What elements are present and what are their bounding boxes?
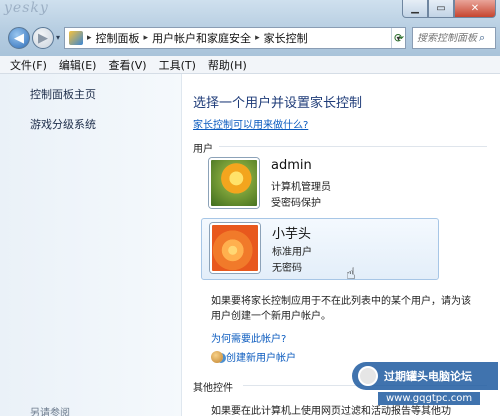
sidebar-link-game-ratings[interactable]: 游戏分级系统 [30,116,96,132]
user-password-status: 无密码 [272,263,302,274]
chevron-right-icon[interactable]: ▸ [144,33,149,43]
arrow-left-icon[interactable]: ◀ [8,27,30,49]
arrow-right-icon[interactable]: ▶ [32,27,54,49]
menu-view[interactable]: 查看(V) [108,57,146,73]
minimize-icon[interactable]: ▁ [402,0,428,18]
users-section-label: 用户 [193,144,213,155]
address-bar[interactable]: ▸ 控制面板 ▸ 用户帐户和家庭安全 ▸ 家长控制 ▾ [64,27,406,49]
breadcrumb-control-panel[interactable]: 控制面板 [96,30,140,46]
page-title: 选择一个用户并设置家长控制 [193,96,363,111]
window-controls: ▁ ▭ ✕ [402,0,496,18]
hand-cursor-icon: ☝ [346,264,356,283]
user-card-admin[interactable]: admin 计算机管理员 受密码保护 [201,154,439,216]
search-input[interactable] [417,32,479,44]
search-icon[interactable]: ⌕ [479,31,485,45]
sidebar-link-cp-home[interactable]: 控制面板主页 [30,86,96,102]
other-controls-label: 其他控件 [193,383,233,394]
user-password-status: 受密码保护 [271,198,321,209]
menu-bar: 文件(F) 编辑(E) 查看(V) 工具(T) 帮助(H) [0,56,500,74]
section-divider [219,146,487,147]
title-bar: yesky ▁ ▭ ✕ ◀ ▶ ▾ ▸ 控制面板 ▸ 用户帐户和家庭安全 ▸ 家… [0,0,500,56]
breadcrumb-parental-controls[interactable]: 家长控制 [264,30,308,46]
watermark-url: www.gqgtpc.com [378,392,481,405]
menu-tools[interactable]: 工具(T) [159,57,196,73]
menu-help[interactable]: 帮助(H) [208,57,247,73]
create-user-link[interactable]: 创建新用户帐户 [211,349,296,364]
avatar [210,223,260,273]
watermark-top: yesky [4,0,49,16]
control-panel-icon [69,31,83,45]
watermark-text: 过期罐头电脑论坛 [384,370,472,383]
watermark-logo-icon [358,366,378,386]
close-icon[interactable]: ✕ [454,0,496,18]
create-user-label[interactable]: 创建新用户帐户 [226,349,296,364]
menu-file[interactable]: 文件(F) [10,57,47,73]
user-role: 标准用户 [272,247,312,258]
breadcrumb-user-accounts[interactable]: 用户帐户和家庭安全 [152,30,251,46]
see-also-label: 另请参阅 [30,408,70,416]
users-icon [211,350,223,363]
left-pane: 控制面板主页 游戏分级系统 另请参阅 [0,74,182,416]
refresh-icon[interactable]: ⟳ [390,27,408,49]
avatar [209,158,259,208]
chevron-right-icon[interactable]: ▸ [255,33,260,43]
maximize-icon[interactable]: ▭ [428,0,454,18]
help-link[interactable]: 家长控制可以用来做什么? [193,116,308,131]
search-box[interactable]: ⌕ [412,27,496,49]
watermark-badge: 过期罐头电脑论坛 [352,362,498,390]
why-account-link[interactable]: 为何需要此帐户? [211,330,286,345]
user-name: 小芋头 [272,227,312,242]
chevron-right-icon[interactable]: ▸ [87,33,92,43]
user-role: 计算机管理员 [271,182,331,193]
note-text: 如果要将家长控制应用于不在此列表中的某个用户，请为该用户创建一个新用户帐户。 [211,296,471,322]
user-name: admin [271,158,312,173]
menu-edit[interactable]: 编辑(E) [59,57,97,73]
user-card-xiaoyutou[interactable]: 小芋头 标准用户 无密码 [201,218,439,280]
chevron-down-icon[interactable]: ▾ [56,33,60,42]
